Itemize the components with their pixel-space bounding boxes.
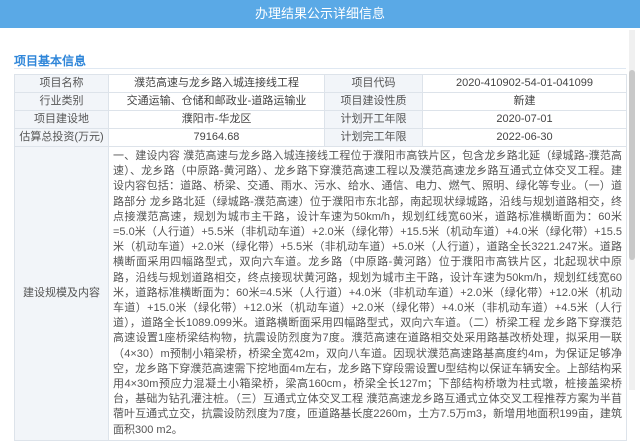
dialog-title: 办理结果公示详细信息 bbox=[254, 6, 385, 21]
table-row: 行业类别 交通运输、仓储和邮政业-道路运输业 项目建设性质 新建 bbox=[14, 92, 627, 111]
investment-label: 估算总投资(万元) bbox=[14, 128, 109, 147]
start-year-value: 2020-07-01 bbox=[422, 110, 627, 129]
scrollbar-thumb[interactable] bbox=[629, 70, 635, 260]
location-value: 濮阳市-华龙区 bbox=[108, 110, 325, 129]
section-divider bbox=[14, 68, 626, 69]
end-year-label: 计划完工年限 bbox=[324, 128, 423, 147]
project-info-table: 项目名称 濮范高速与龙乡路入城连接线工程 项目代码 2020-410902-54… bbox=[14, 74, 627, 441]
industry-value: 交通运输、仓储和邮政业-道路运输业 bbox=[108, 92, 325, 111]
investment-value: 79164.68 bbox=[108, 128, 325, 147]
description-text: 一、建设内容 濮范高速与龙乡路入城连接线工程位于濮阳市高铁片区，包含龙乡路北延（… bbox=[108, 146, 627, 441]
table-row: 建设规模及内容 一、建设内容 濮范高速与龙乡路入城连接线工程位于濮阳市高铁片区，… bbox=[14, 146, 627, 441]
table-row: 项目名称 濮范高速与龙乡路入城连接线工程 项目代码 2020-410902-54… bbox=[14, 74, 627, 93]
nature-value: 新建 bbox=[422, 92, 627, 111]
table-row: 估算总投资(万元) 79164.68 计划完工年限 2022-06-30 bbox=[14, 128, 627, 147]
industry-label: 行业类别 bbox=[14, 92, 109, 111]
end-year-value: 2022-06-30 bbox=[422, 128, 627, 147]
project-code-value: 2020-410902-54-01-041099 bbox=[422, 74, 627, 93]
location-label: 项目建设地 bbox=[14, 110, 109, 129]
section-title: 项目基本信息 bbox=[14, 54, 87, 68]
description-label: 建设规模及内容 bbox=[14, 146, 109, 441]
start-year-label: 计划开工年限 bbox=[324, 110, 423, 129]
project-name-label: 项目名称 bbox=[14, 74, 109, 93]
project-code-label: 项目代码 bbox=[324, 74, 423, 93]
table-row: 项目建设地 濮阳市-华龙区 计划开工年限 2020-07-01 bbox=[14, 110, 627, 129]
project-name-value: 濮范高速与龙乡路入城连接线工程 bbox=[108, 74, 325, 93]
nature-label: 项目建设性质 bbox=[324, 92, 423, 111]
